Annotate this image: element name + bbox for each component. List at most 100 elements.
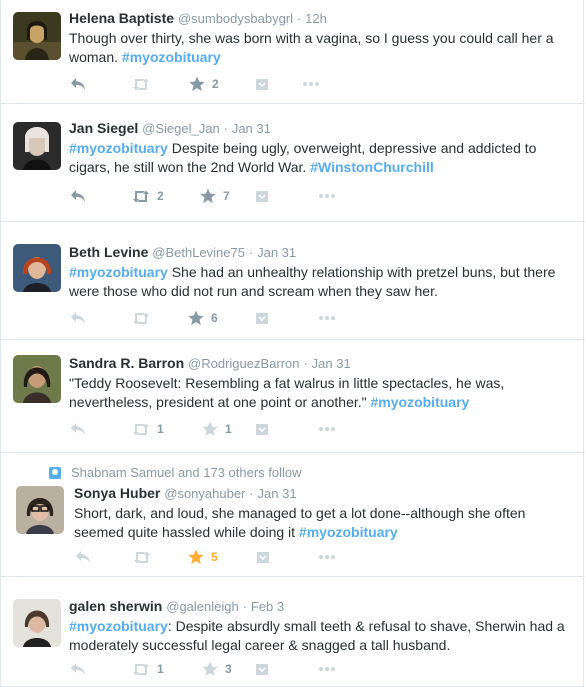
favorite-button[interactable]: 7 <box>199 186 230 206</box>
favorite-button[interactable]: 2 <box>188 74 219 94</box>
tweet-item[interactable]: Helena Baptiste @sumbodysbabygrl · 12h T… <box>1 0 585 104</box>
reply-button[interactable] <box>69 659 87 679</box>
retweet-icon <box>133 78 149 91</box>
reply-icon <box>71 78 85 90</box>
tweet-item[interactable]: galen sherwin @galenleigh · Feb 3 #myozo… <box>1 577 585 687</box>
reply-button[interactable] <box>69 419 87 439</box>
hashtag-link[interactable]: #myozobituary <box>371 394 470 410</box>
retweet-button[interactable] <box>131 308 157 328</box>
retweet-count: 2 <box>157 189 164 203</box>
tweet-header: Sandra R. Barron @RodriguezBarron · Jan … <box>69 355 351 371</box>
pocket-button[interactable] <box>253 419 271 439</box>
favorite-icon <box>202 421 218 436</box>
user-name[interactable]: Helena Baptiste <box>69 10 174 26</box>
tweet-header: Helena Baptiste @sumbodysbabygrl · 12h <box>69 10 327 26</box>
retweet-icon <box>133 423 149 436</box>
user-name[interactable]: Jan Siegel <box>69 120 138 136</box>
user-handle[interactable]: @galenleigh <box>166 599 238 614</box>
favorite-icon <box>189 76 205 91</box>
more-icon <box>319 555 335 559</box>
user-name[interactable]: Sonya Huber <box>74 485 160 501</box>
pocket-icon <box>255 423 269 436</box>
avatar[interactable] <box>16 486 64 534</box>
retweet-button[interactable]: 1 <box>131 419 164 439</box>
more-button[interactable] <box>318 186 336 206</box>
user-handle[interactable]: @sonyahuber <box>164 486 245 501</box>
favorite-count: 3 <box>225 662 232 676</box>
reply-button[interactable] <box>69 308 87 328</box>
reply-icon <box>71 190 85 202</box>
retweet-count: 1 <box>157 662 164 676</box>
more-button[interactable] <box>318 419 336 439</box>
favorite-count: 6 <box>211 311 218 325</box>
more-icon <box>319 427 335 431</box>
timestamp[interactable]: Jan 31 <box>312 356 351 371</box>
favorite-icon <box>202 661 218 676</box>
favorite-button[interactable]: 1 <box>201 419 232 439</box>
pocket-button[interactable] <box>253 659 271 679</box>
tweet-item[interactable]: Jan Siegel @Siegel_Jan · Jan 31 #myozobi… <box>1 104 585 222</box>
tweet-item[interactable]: Beth Levine @BethLevine75 · Jan 31 #myoz… <box>1 222 585 340</box>
user-handle[interactable]: @sumbodysbabygrl <box>178 11 293 26</box>
timestamp[interactable]: Jan 31 <box>258 486 297 501</box>
favorite-count: 1 <box>225 422 232 436</box>
reply-button[interactable] <box>69 74 87 94</box>
retweet-icon <box>133 312 149 325</box>
more-icon <box>303 82 319 86</box>
more-button[interactable] <box>302 74 320 94</box>
avatar[interactable] <box>13 244 61 292</box>
favorite-icon <box>188 549 204 564</box>
hashtag-link[interactable]: #myozobituary <box>69 140 168 156</box>
retweet-button[interactable]: 1 <box>131 659 164 679</box>
favorite-count: 2 <box>212 77 219 91</box>
timestamp[interactable]: Jan 31 <box>257 245 296 260</box>
avatar[interactable] <box>13 599 61 647</box>
retweet-button[interactable]: 2 <box>131 186 164 206</box>
reply-button[interactable] <box>74 547 92 567</box>
user-handle[interactable]: @Siegel_Jan <box>142 121 220 136</box>
more-button[interactable] <box>318 659 336 679</box>
favorite-count: 7 <box>223 189 230 203</box>
hashtag-link[interactable]: #myozobituary <box>122 49 221 65</box>
hashtag-link[interactable]: #myozobituary <box>69 618 168 634</box>
pocket-button[interactable] <box>253 186 271 206</box>
tweet-text: #myozobituary Despite being ugly, overwe… <box>69 140 537 175</box>
user-name[interactable]: Sandra R. Barron <box>69 355 184 371</box>
user-handle[interactable]: @RodriguezBarron <box>188 356 299 371</box>
more-button[interactable] <box>318 547 336 567</box>
retweet-button[interactable] <box>132 547 158 567</box>
favorite-icon <box>200 188 216 203</box>
favorite-icon <box>188 310 204 325</box>
reply-icon <box>71 423 85 435</box>
hashtag-link[interactable]: #WinstonChurchill <box>310 159 434 175</box>
pocket-button[interactable] <box>254 547 272 567</box>
pocket-button[interactable] <box>253 74 271 94</box>
hashtag-link[interactable]: #myozobituary <box>69 264 168 280</box>
more-icon <box>319 316 335 320</box>
reply-button[interactable] <box>69 186 87 206</box>
favorite-button[interactable]: 3 <box>201 659 232 679</box>
avatar[interactable] <box>13 122 61 170</box>
user-name[interactable]: Beth Levine <box>69 244 148 260</box>
user-name[interactable]: galen sherwin <box>69 598 162 614</box>
hashtag-link[interactable]: #myozobituary <box>299 524 398 540</box>
pocket-icon <box>255 190 269 203</box>
user-handle[interactable]: @BethLevine75 <box>152 245 245 260</box>
timestamp[interactable]: 12h <box>305 11 327 26</box>
tweet-item[interactable]: Sandra R. Barron @RodriguezBarron · Jan … <box>1 340 585 453</box>
avatar[interactable] <box>13 355 61 403</box>
more-button[interactable] <box>318 308 336 328</box>
avatar[interactable] <box>13 12 61 60</box>
timestamp[interactable]: Feb 3 <box>251 599 284 614</box>
pocket-icon <box>256 551 270 564</box>
reply-icon <box>76 551 90 563</box>
pocket-button[interactable] <box>253 308 271 328</box>
favorite-button[interactable]: 5 <box>187 547 218 567</box>
social-context-text: Shabnam Samuel and 173 others follow <box>71 465 302 480</box>
retweet-button[interactable] <box>131 74 157 94</box>
favorite-button[interactable]: 6 <box>187 308 218 328</box>
tweet-item[interactable]: Shabnam Samuel and 173 others follow Son… <box>1 453 585 577</box>
tweet-feed: Helena Baptiste @sumbodysbabygrl · 12h T… <box>0 0 585 687</box>
social-context[interactable]: Shabnam Samuel and 173 others follow <box>49 465 302 480</box>
timestamp[interactable]: Jan 31 <box>232 121 271 136</box>
